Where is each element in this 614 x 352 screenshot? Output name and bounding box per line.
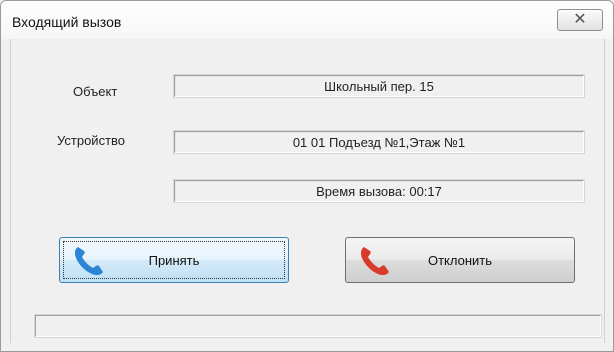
decline-button-label: Отклонить — [427, 253, 493, 268]
accept-button[interactable]: Принять — [59, 237, 289, 283]
device-label: Устройство — [57, 133, 126, 148]
device-value: 01 01 Подъезд №1,Этаж №1 — [292, 135, 466, 150]
title-bar[interactable]: Входящий вызов ✕ — [1, 1, 613, 39]
incoming-call-window: Входящий вызов ✕ Объект Школьный пер. 15… — [0, 0, 614, 352]
status-bar — [35, 315, 601, 337]
object-value: Школьный пер. 15 — [324, 79, 434, 94]
call-time-field: Время вызова: 00:17 — [174, 180, 584, 202]
object-label: Объект — [73, 84, 118, 99]
window-title: Входящий вызов — [12, 14, 122, 30]
call-time-value: Время вызова: 00:17 — [316, 184, 442, 199]
object-field: Школьный пер. 15 — [174, 75, 584, 97]
close-button[interactable]: ✕ — [557, 9, 603, 31]
close-icon: ✕ — [573, 11, 587, 28]
dialog-body: Объект Школьный пер. 15 Устройство 01 01… — [10, 39, 605, 343]
device-field: 01 01 Подъезд №1,Этаж №1 — [174, 131, 584, 153]
accept-button-label: Принять — [148, 253, 200, 268]
decline-button[interactable]: Отклонить — [345, 237, 575, 283]
